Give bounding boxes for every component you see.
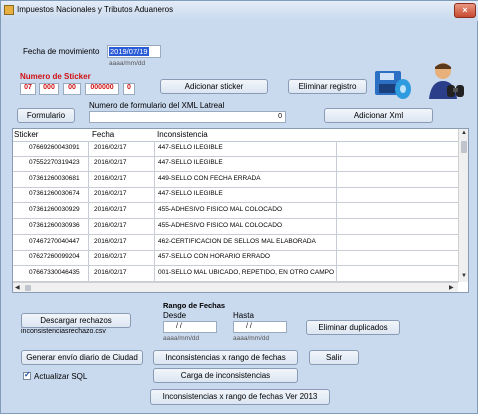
table-row[interactable]: 07552270319423 2016/02/17 447-SELLO ILEG… [13,156,458,172]
cell-sticker: 07552270319423 [29,159,80,166]
remove-duplicates-button[interactable]: Eliminar duplicados [306,320,400,335]
cell-date: 2016/02/17 [94,175,127,182]
generate-daily-city-button[interactable]: Generar envío diario de Ciudad [21,350,143,365]
table-row[interactable]: 07361260030936 2016/02/17 455-ADHESIVO F… [13,219,458,235]
vertical-scroll-thumb[interactable] [461,141,467,153]
cell-sticker: 07361260030936 [29,222,80,229]
cell-inconsistency: 447-SELLO ILEGIBLE [158,144,223,151]
table-row[interactable]: 07361260030674 2016/02/17 447-SELLO ILEG… [13,187,458,203]
title-bar[interactable]: Impuestos Nacionales y Tributos Aduanero… [1,1,478,21]
cell-inconsistency: 447-SELLO ILEGIBLE [158,190,223,197]
xml-label: Numero de formulario del XML Latreal [89,101,225,110]
cell-inconsistency: 462-CERTIFICACION DE SELLOS MAL ELABORAD… [158,238,316,245]
add-sticker-button[interactable]: Adicionar sticker [160,79,268,94]
cell-date: 2016/02/17 [94,206,127,213]
sticker-part-4[interactable]: 000000 [85,83,119,95]
inconsistencies-grid[interactable]: Sticker Fecha Inconsistencia 07669260043… [12,128,469,293]
cell-sticker: 07361260030929 [29,206,80,213]
sticker-part-1[interactable]: 07 [20,83,36,95]
column-header-date[interactable]: Fecha [92,130,114,139]
sticker-part-5[interactable]: 0 [123,83,135,95]
cell-inconsistency: 455-ADHESIVO FISICO MAL COLOCADO [158,222,283,229]
movement-date-format: aaaa/mm/dd [109,60,146,67]
disk-icon[interactable] [373,65,413,103]
table-row[interactable]: 07627260099204 2016/02/17 457-SELLO CON … [13,250,458,266]
cell-date: 2016/02/17 [94,222,127,229]
exit-button[interactable]: Salir [309,350,359,365]
sticker-part-2[interactable]: 000 [39,83,59,95]
inconsistencies-date-range-2013-button[interactable]: Inconsistencias x rango de fechas Ver 20… [150,389,330,405]
checkbox-check-icon: ✓ [24,370,31,379]
cell-sticker: 07361260030674 [29,190,80,197]
user-binoculars-icon[interactable] [425,61,467,103]
download-rejects-button[interactable]: Descargar rechazos [21,313,131,328]
date-to-field[interactable]: / / [233,321,287,333]
scroll-right-arrow-icon[interactable]: ▶ [449,284,454,291]
xml-form-number-field[interactable]: 0 [89,111,286,123]
date-range-title: Rango de Fechas [163,301,226,310]
date-from-label: Desde [163,311,187,320]
cell-sticker: 07669260043091 [29,144,80,151]
table-row[interactable]: 07667330046435 2016/02/17 001-SELLO MAL … [13,266,458,282]
cell-date: 2016/02/17 [94,190,127,197]
horizontal-scrollbar[interactable]: ◀ ▶ [13,282,458,292]
cell-inconsistency: 457-SELLO CON HORARIO ERRADO [158,253,270,260]
window-title: Impuestos Nacionales y Tributos Aduanero… [17,5,174,14]
sticker-part-3[interactable]: 00 [63,83,81,95]
column-header-inconsistency[interactable]: Inconsistencia [157,130,208,139]
form-button[interactable]: Formulario [17,108,75,123]
app-icon [4,5,14,15]
horizontal-scroll-thumb[interactable] [25,285,31,291]
scroll-down-arrow-icon[interactable]: ▼ [461,273,467,279]
cell-inconsistency: 455-ADHESIVO FISICO MAL COLOCADO [158,206,283,213]
date-from-field[interactable]: / / [163,321,217,333]
table-row[interactable]: 07669260043091 2016/02/17 447-SELLO ILEG… [13,141,458,157]
close-button[interactable]: × [454,3,476,18]
cell-date: 2016/02/17 [94,238,127,245]
update-sql-checkbox[interactable]: ✓ [23,370,31,380]
cell-sticker: 07627260099204 [29,253,80,260]
movement-date-field[interactable]: 2019/07/19 [107,45,161,58]
table-row[interactable]: 07467270040447 2016/02/17 462-CERTIFICAC… [13,235,458,251]
sticker-label: Numero de Sticker [20,72,91,81]
cell-inconsistency: 447-SELLO ILEGIBLE [158,159,223,166]
cell-inconsistency: 449-SELLO CON FECHA ERRADA [158,175,261,182]
cell-date: 2016/02/17 [94,144,127,151]
table-row[interactable]: 07361260030681 2016/02/17 449-SELLO CON … [13,172,458,188]
load-inconsistencies-button[interactable]: Carga de inconsistencias [153,368,298,383]
date-from-format: aaaa/mm/dd [163,335,200,342]
cell-date: 2016/02/17 [94,269,127,276]
main-window: Impuestos Nacionales y Tributos Aduanero… [0,0,478,414]
movement-date-label: Fecha de movimiento [23,47,100,56]
cell-date: 2016/02/17 [94,253,127,260]
delete-record-button[interactable]: Eliminar registro [288,79,367,94]
cell-sticker: 07467270040447 [29,238,80,245]
scroll-up-arrow-icon[interactable]: ▲ [461,130,467,136]
date-to-format: aaaa/mm/dd [233,335,270,342]
cell-inconsistency: 001-SELLO MAL UBICADO, REPETIDO, EN OTRO… [158,269,335,276]
vertical-scrollbar[interactable]: ▲ ▼ [458,129,468,282]
cell-sticker: 07361260030681 [29,175,80,182]
inconsistencies-date-range-button[interactable]: Inconsistencias x rango de fechas [153,350,298,365]
rejects-filename: inconsistenciasrechazo.csv [21,328,106,335]
cell-date: 2016/02/17 [94,159,127,166]
cell-sticker: 07667330046435 [29,269,80,276]
column-header-sticker[interactable]: Sticker [14,130,38,139]
date-to-label: Hasta [233,311,254,320]
scroll-left-arrow-icon[interactable]: ◀ [15,284,20,291]
table-row[interactable]: 07361260030929 2016/02/17 455-ADHESIVO F… [13,203,458,219]
add-xml-button[interactable]: Adicionar Xml [324,108,433,123]
update-sql-label: Actualizar SQL [34,372,88,381]
